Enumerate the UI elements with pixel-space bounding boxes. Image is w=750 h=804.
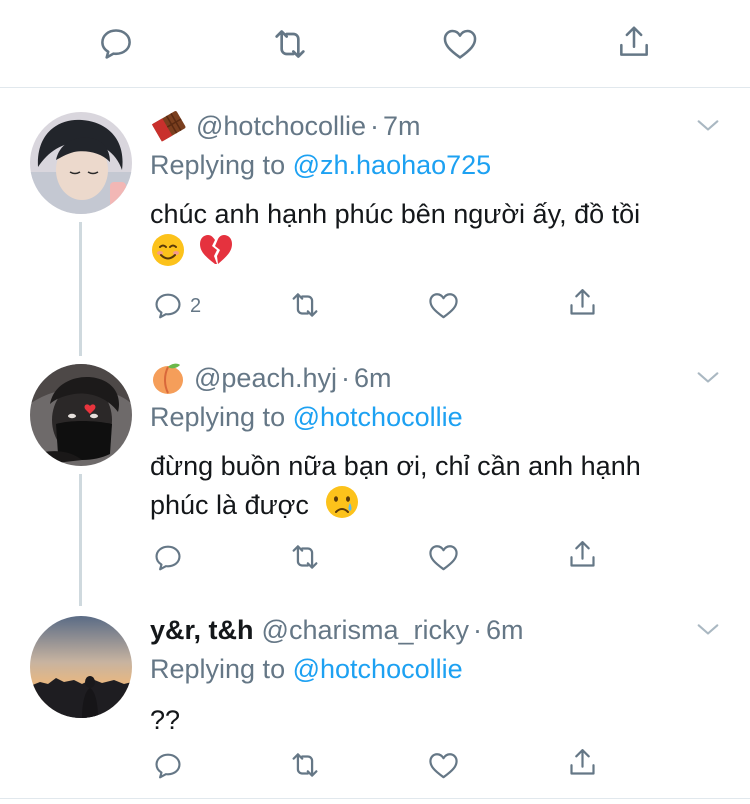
timestamp[interactable]: 6m (354, 363, 392, 394)
reply-icon (152, 542, 184, 574)
reply-count: 2 (190, 294, 202, 317)
replying-to-mention[interactable]: @hotchocollie (293, 402, 463, 432)
chevron-down-icon (694, 112, 722, 140)
reply-icon (152, 750, 184, 782)
like-icon (441, 25, 479, 63)
share-button[interactable] (566, 538, 599, 571)
more-options-button[interactable] (694, 616, 722, 644)
tweet-header: @peach.hyj · 6m (150, 362, 392, 394)
user-handle[interactable]: @hotchocollie (196, 111, 366, 142)
reply-button[interactable] (152, 542, 190, 574)
retweet-icon (270, 24, 310, 64)
like-icon (427, 541, 460, 574)
timestamp[interactable]: 6m (486, 615, 524, 646)
chevron-down-icon (694, 616, 722, 644)
replying-to: Replying to @hotchocollie (150, 402, 463, 433)
like-icon (427, 289, 460, 322)
timestamp[interactable]: 7m (383, 111, 421, 142)
share-icon (615, 23, 653, 61)
replying-to-prefix: Replying to (150, 654, 286, 684)
tweet-text: đừng buồn nữa bạn ơi, chỉ cần anh hạnh p… (150, 448, 710, 529)
divider (0, 798, 750, 799)
tweet-3[interactable]: y&r, t&h @charisma_ricky · 6m Replying t… (0, 604, 750, 800)
replying-to: Replying to @hotchocollie (150, 654, 463, 685)
avatar[interactable] (30, 616, 132, 718)
more-options-button[interactable] (694, 364, 722, 392)
share-icon (566, 746, 599, 779)
crying-face-emoji-icon (324, 484, 360, 529)
like-button[interactable] (427, 749, 460, 782)
tweet-text-line: chúc anh hạnh phúc bên người ấy, đồ tồi (150, 199, 641, 229)
broken-heart-emoji-icon (198, 232, 234, 277)
tweet-2[interactable]: @peach.hyj · 6m Replying to @hotchocolli… (0, 352, 750, 602)
share-icon (566, 286, 599, 319)
retweet-button[interactable] (270, 24, 310, 64)
reply-icon (97, 25, 135, 63)
like-button[interactable] (427, 289, 460, 322)
tweet-text-emojis (150, 232, 710, 272)
like-button[interactable] (440, 24, 480, 64)
separator-dot: · (341, 362, 350, 393)
reply-button[interactable]: 2 (152, 290, 201, 322)
tweet-header: @hotchocollie · 7m (150, 110, 421, 142)
tweet-text-line: phúc là được (150, 490, 309, 520)
replying-to: Replying to @zh.haohao725 (150, 150, 491, 181)
display-name[interactable]: y&r, t&h (150, 615, 254, 646)
replying-to-prefix: Replying to (150, 150, 286, 180)
avatar[interactable] (30, 112, 132, 214)
tweet-header: y&r, t&h @charisma_ricky · 6m (150, 614, 524, 646)
retweet-button[interactable] (288, 540, 322, 574)
share-button[interactable] (566, 286, 599, 319)
more-options-button[interactable] (694, 112, 722, 140)
reply-button[interactable] (96, 24, 136, 64)
replying-to-mention[interactable]: @zh.haohao725 (293, 150, 492, 180)
retweet-button[interactable] (288, 748, 322, 782)
tweet-1[interactable]: @hotchocollie · 7m Replying to @zh.haoha… (0, 100, 750, 350)
tweet-text: chúc anh hạnh phúc bên người ấy, đồ tồi (150, 196, 710, 272)
tweet-text-line: ?? (150, 705, 181, 735)
retweet-icon (288, 540, 322, 574)
retweet-button[interactable] (288, 288, 322, 322)
tweet-text: ?? (150, 702, 710, 738)
avatar[interactable] (30, 364, 132, 466)
separator-dot: · (472, 614, 482, 645)
like-icon (427, 749, 460, 782)
tweet-text-line: đừng buồn nữa bạn ơi, chỉ cần anh hạnh (150, 451, 641, 481)
user-handle[interactable]: @peach.hyj (194, 363, 337, 394)
parent-tweet-actions (0, 0, 750, 88)
replying-to-prefix: Replying to (150, 402, 286, 432)
user-handle[interactable]: @charisma_ricky (262, 615, 469, 646)
replying-to-mention[interactable]: @hotchocollie (293, 654, 463, 684)
retweet-icon (288, 748, 322, 782)
share-button[interactable] (566, 746, 599, 779)
share-button[interactable] (614, 22, 654, 62)
reply-button[interactable] (152, 750, 184, 782)
share-icon (566, 538, 599, 571)
chocolate-bar-icon (150, 110, 188, 142)
peach-icon (150, 361, 186, 395)
tweet-text-line-2: phúc là được (150, 484, 710, 529)
like-button[interactable] (427, 541, 460, 574)
smiling-face-emoji-icon (150, 232, 186, 277)
retweet-icon (288, 288, 322, 322)
separator-dot: · (370, 110, 380, 141)
reply-icon (152, 290, 184, 322)
chevron-down-icon (694, 364, 722, 392)
